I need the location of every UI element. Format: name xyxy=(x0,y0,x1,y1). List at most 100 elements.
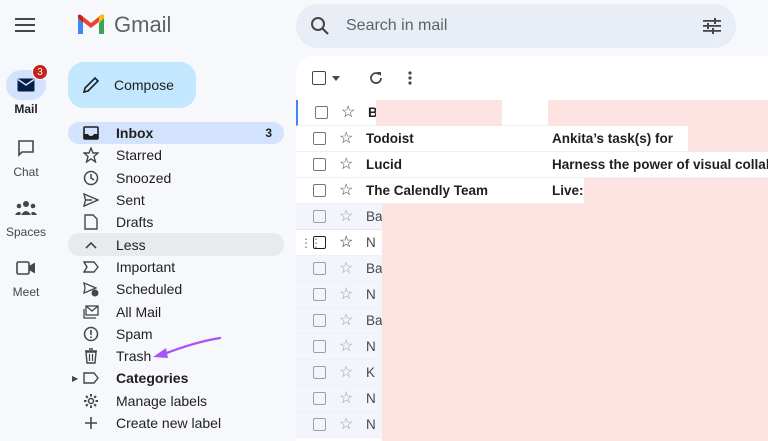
nav-item-less[interactable]: Less xyxy=(68,233,284,256)
rail-item-meet[interactable]: Meet xyxy=(0,253,52,299)
inbox-count: 3 xyxy=(265,126,272,141)
nav-item-snoozed[interactable]: Snoozed xyxy=(68,167,284,189)
all-mail-icon xyxy=(83,304,99,319)
email-subject: Harness the power of visual collab xyxy=(552,157,768,172)
email-subject: Ankita’s task(s) for xyxy=(552,131,674,146)
redaction-block xyxy=(548,100,768,126)
tune-filter-icon[interactable] xyxy=(702,17,722,35)
hamburger-menu-icon xyxy=(15,18,35,32)
row-checkbox[interactable] xyxy=(313,418,326,431)
rail-item-spaces[interactable]: Spaces xyxy=(0,193,52,239)
rail-label: Chat xyxy=(13,165,39,179)
star-icon xyxy=(83,147,99,164)
select-all-control[interactable] xyxy=(312,71,340,85)
star-icon[interactable]: ☆ xyxy=(339,208,353,225)
email-sender: N xyxy=(366,339,376,354)
star-icon[interactable]: ☆ xyxy=(339,338,353,355)
nav-item-manage-labels[interactable]: Manage labels xyxy=(68,390,284,412)
star-icon[interactable]: ☆ xyxy=(341,104,355,121)
refresh-icon[interactable] xyxy=(368,70,384,86)
rail-label: Spaces xyxy=(5,225,47,239)
draft-icon xyxy=(84,214,98,231)
row-checkbox[interactable] xyxy=(313,184,326,197)
redaction-block xyxy=(382,290,528,441)
star-icon[interactable]: ☆ xyxy=(339,260,353,277)
email-sender: Ba xyxy=(366,209,383,224)
email-sender: K xyxy=(366,365,376,380)
search-input[interactable]: Search in mail xyxy=(346,17,702,35)
compose-button[interactable]: Compose xyxy=(68,62,196,108)
expand-caret-icon[interactable]: ▶ xyxy=(72,374,78,383)
nav-item-scheduled[interactable]: Scheduled xyxy=(68,278,284,300)
row-checkbox[interactable] xyxy=(313,340,326,353)
row-checkbox[interactable] xyxy=(313,158,326,171)
email-sender: N xyxy=(366,417,376,432)
plus-icon xyxy=(85,417,97,429)
search-icon xyxy=(311,17,329,35)
nav-item-categories[interactable]: ▶ Categories xyxy=(68,367,284,389)
email-sender: N xyxy=(366,235,376,250)
star-icon[interactable]: ☆ xyxy=(339,286,353,303)
nav-item-drafts[interactable]: Drafts xyxy=(68,211,284,233)
unread-badge: 3 xyxy=(32,64,48,80)
rail-label: Meet xyxy=(12,285,40,299)
inbox-icon xyxy=(83,126,99,140)
email-row[interactable]: ☆ Lucid Harness the power of visual coll… xyxy=(296,152,768,178)
star-icon[interactable]: ☆ xyxy=(339,182,353,199)
important-icon xyxy=(83,261,99,273)
label-icon xyxy=(83,372,99,385)
row-checkbox[interactable] xyxy=(313,288,326,301)
star-icon[interactable]: ☆ xyxy=(339,364,353,381)
email-subject: Live: xyxy=(552,183,584,198)
row-checkbox[interactable] xyxy=(313,210,326,223)
pencil-icon xyxy=(82,76,100,94)
nav-item-starred[interactable]: Starred xyxy=(68,144,284,166)
row-checkbox[interactable] xyxy=(313,366,326,379)
more-vert-icon[interactable] xyxy=(408,71,412,85)
email-sender: Ba xyxy=(366,313,383,328)
select-all-checkbox-icon[interactable] xyxy=(312,71,326,85)
star-icon[interactable]: ☆ xyxy=(339,234,353,251)
email-sender: Lucid xyxy=(366,157,402,172)
nav-item-important[interactable]: Important xyxy=(68,256,284,278)
app-name: Gmail xyxy=(114,12,172,37)
rail-item-mail[interactable]: 3 Mail xyxy=(0,64,52,116)
spaces-icon xyxy=(15,201,37,215)
gmail-logo[interactable]: Gmail xyxy=(76,12,171,38)
nav-item-create-label[interactable]: Create new label xyxy=(68,412,284,434)
main-menu-button[interactable] xyxy=(12,12,38,38)
search-bar[interactable]: Search in mail xyxy=(296,4,736,48)
email-sender: The Calendly Team xyxy=(366,183,489,198)
gear-icon xyxy=(84,393,98,408)
row-checkbox[interactable] xyxy=(315,106,328,119)
row-checkbox[interactable] xyxy=(313,314,326,327)
scheduled-icon xyxy=(83,282,99,297)
redaction-block xyxy=(376,100,502,126)
email-list-panel: ☆ B ☆ Todoist Ankita’s task(s) for ☆ Luc… xyxy=(296,56,768,441)
star-icon[interactable]: ☆ xyxy=(339,156,353,173)
row-checkbox[interactable] xyxy=(313,132,326,145)
trash-icon xyxy=(85,348,97,364)
star-icon[interactable]: ☆ xyxy=(339,390,353,407)
annotation-arrow-icon xyxy=(153,336,222,358)
email-sender: N xyxy=(366,287,376,302)
nav-item-all-mail[interactable]: All Mail xyxy=(68,300,284,322)
row-checkbox[interactable] xyxy=(313,262,326,275)
nav-item-inbox[interactable]: Inbox 3 xyxy=(68,122,284,145)
rail-item-chat[interactable]: Chat xyxy=(0,133,52,179)
star-icon[interactable]: ☆ xyxy=(339,312,353,329)
email-sender: N xyxy=(366,391,376,406)
star-icon[interactable]: ☆ xyxy=(339,416,353,433)
rail-label: Mail xyxy=(14,102,38,116)
gmail-m-icon xyxy=(78,14,104,34)
star-icon[interactable]: ☆ xyxy=(339,130,353,147)
redaction-block xyxy=(688,126,768,152)
chat-icon xyxy=(18,140,34,157)
dropdown-caret-icon[interactable] xyxy=(332,75,340,81)
email-sender: Todoist xyxy=(366,131,414,146)
row-checkbox[interactable] xyxy=(313,392,326,405)
row-checkbox[interactable] xyxy=(313,236,326,249)
send-icon xyxy=(83,193,99,208)
clock-icon xyxy=(83,170,99,185)
nav-item-sent[interactable]: Sent xyxy=(68,189,284,211)
